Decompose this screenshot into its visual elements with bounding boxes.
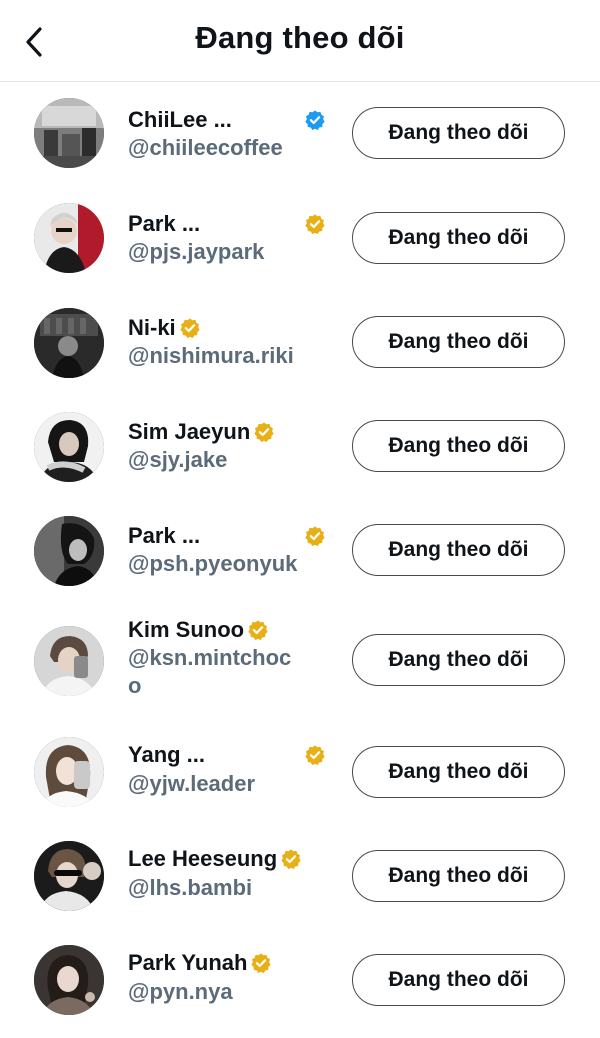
following-button[interactable]: Đang theo dõi [352,524,565,576]
display-name: Ni-ki [128,315,176,340]
display-name: Park ... [128,211,201,236]
avatar[interactable] [34,945,104,1015]
username-handle: @psh.pyeonyuk [128,551,298,576]
username-handle: @ksn.mintchoc [128,645,292,670]
avatar[interactable] [34,737,104,807]
list-item[interactable]: ChiiLee ... @chiileecoffee Đang theo dõi [0,96,600,200]
following-button[interactable]: Đang theo dõi [352,954,565,1006]
avatar[interactable] [34,203,104,273]
avatar[interactable] [34,516,104,586]
username-handle: @yjw.leader [128,771,256,796]
verified-blue-icon [305,110,325,131]
page-title: Đang theo dõi [195,20,405,55]
display-name: Park Yunah [128,950,248,975]
avatar[interactable] [34,412,104,482]
list-item[interactable]: Yang ... @yjw.leader Đang theo dõi [0,736,600,840]
verified-gold-icon [305,526,325,547]
display-name: Park ... [128,523,201,548]
display-name: Lee Heeseung [128,846,278,871]
display-name: Yang ... [128,742,206,767]
username-handle: @lhs.bambi [128,875,253,900]
avatar[interactable] [34,841,104,911]
following-button[interactable]: Đang theo dõi [352,850,565,902]
top-bar: Đang theo dõi [0,0,600,82]
display-name: Kim Sunoo [128,617,245,642]
verified-gold-icon [251,953,272,974]
username-handle: @pjs.jaypark [128,239,265,264]
verified-gold-icon [248,620,268,641]
list-item[interactable]: Park Yunah @pyn.nya Đang theo dõi [0,944,600,1038]
username-handle: @pyn.nya [128,979,233,1004]
list-item[interactable]: Park ... @pjs.jaypark Đang theo dõi [0,200,600,304]
list-item[interactable]: Ni-ki @nishimura.riki Đang theo dõi [0,304,600,408]
verified-gold-icon [180,318,200,339]
following-button[interactable]: Đang theo dõi [352,746,565,798]
avatar[interactable] [34,626,104,696]
username-handle-continued: o [128,673,142,698]
display-name: ChiiLee ... [128,107,232,132]
username-handle: @chiileecoffee [128,135,283,160]
list-item[interactable]: Kim Sunoo @ksn.mintchoc o Đang theo dõi [0,616,600,736]
following-button[interactable]: Đang theo dõi [352,316,565,368]
username-handle: @sjy.jake [128,447,228,472]
verified-gold-icon [305,745,325,766]
display-name: Sim Jaeyun [128,419,251,444]
avatar[interactable] [34,98,104,168]
username-handle: @nishimura.riki [128,343,294,368]
list-item[interactable]: Park ... @psh.pyeonyuk Đang theo dõi [0,512,600,616]
verified-gold-icon [254,422,274,443]
list-item[interactable]: Lee Heeseung @lhs.bambi Đang theo dõi [0,840,600,944]
following-button[interactable]: Đang theo dõi [352,107,565,159]
following-button[interactable]: Đang theo dõi [352,212,565,264]
list-item[interactable]: Sim Jaeyun @sjy.jake Đang theo dõi [0,408,600,512]
verified-gold-icon [305,214,325,235]
following-button[interactable]: Đang theo dõi [352,420,565,472]
avatar[interactable] [34,308,104,378]
verified-gold-icon [281,849,301,870]
following-button[interactable]: Đang theo dõi [352,634,565,686]
